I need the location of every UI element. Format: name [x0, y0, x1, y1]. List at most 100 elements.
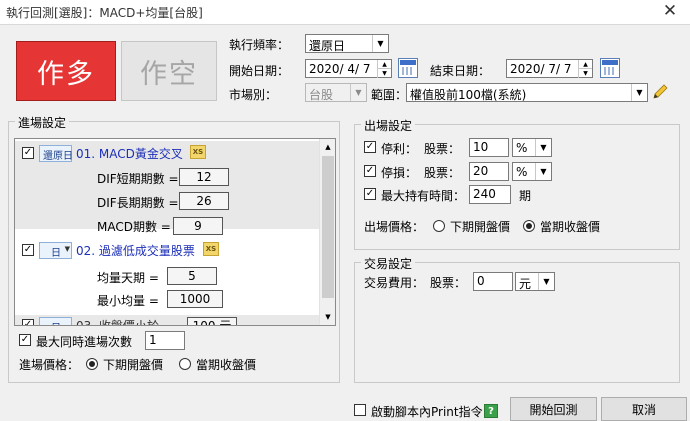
condition-2-checkbox[interactable]: ✓: [22, 244, 34, 256]
stop-loss-unit-select[interactable]: % ▼: [512, 162, 552, 181]
scroll-up-icon[interactable]: ▲: [320, 139, 335, 155]
chevron-down-icon: ▼: [631, 84, 647, 101]
end-date-picker[interactable]: 2020/ 7/ 7 ▲ ▼: [506, 59, 593, 78]
condition-3-title[interactable]: 03. 收盤價小於: [76, 317, 159, 325]
entry-condition-list[interactable]: ✓ 還原日 01. MACD黃金交叉 XS DIF短期期數 = 12 DIF長期…: [14, 138, 336, 326]
entry-settings-title: 進場設定: [15, 114, 70, 131]
max-hold-unit: 期: [519, 189, 532, 203]
max-entries-label: 最大同時進場次數: [36, 335, 133, 349]
param-input[interactable]: 5: [167, 267, 217, 285]
exit-price-option-label[interactable]: 當期收盤價: [540, 218, 600, 235]
exit-price-option-label[interactable]: 下期開盤價: [450, 218, 510, 235]
condition-1-title[interactable]: 01. MACD黃金交叉: [76, 145, 183, 162]
fee-input[interactable]: 0: [473, 272, 513, 291]
chevron-down-icon: ▼: [535, 139, 551, 156]
title-bar: 執行回測[選股]：MACD+均量[台股] ✕: [0, 0, 690, 24]
take-profit-unit-select[interactable]: % ▼: [512, 138, 552, 157]
end-date-value: 2020/ 7/ 7: [510, 62, 572, 76]
exit-price-current-close-radio[interactable]: [523, 220, 535, 232]
edit-pencil-icon[interactable]: [651, 83, 669, 101]
condition-1-frequency[interactable]: 還原日: [39, 145, 73, 162]
param-input[interactable]: 100 元: [187, 317, 237, 325]
condition-3-frequency[interactable]: 日: [39, 317, 72, 325]
start-backtest-button[interactable]: 開始回測: [510, 397, 597, 421]
window-title: 執行回測[選股]：MACD+均量[台股]: [6, 6, 203, 20]
frequency-label: 執行頻率：: [229, 38, 290, 52]
help-icon[interactable]: ?: [484, 404, 498, 418]
scroll-thumb[interactable]: [322, 156, 334, 298]
scroll-down-icon[interactable]: ▼: [320, 309, 335, 325]
frequency-select[interactable]: 還原日 ▼: [305, 34, 389, 53]
end-calendar-icon[interactable]: [600, 58, 620, 78]
exit-settings-title: 出場設定: [361, 117, 416, 134]
xs-script-icon[interactable]: XS: [190, 145, 206, 159]
entry-price-label: 進場價格：: [19, 358, 80, 372]
take-profit-target: 股票：: [424, 142, 461, 156]
trade-settings-title: 交易設定: [361, 255, 416, 272]
entry-price-option-label[interactable]: 當期收盤價: [196, 356, 256, 373]
stop-loss-checkbox[interactable]: ✓: [364, 165, 376, 177]
param-label: DIF短期期數 =: [97, 172, 179, 186]
max-hold-input[interactable]: 240: [469, 185, 511, 204]
stop-loss-target: 股票：: [424, 166, 461, 180]
param-input[interactable]: 26: [179, 192, 229, 210]
condition-2-frequency[interactable]: 日 ▼: [39, 242, 72, 259]
max-hold-checkbox[interactable]: ✓: [364, 188, 376, 200]
spin-down-icon[interactable]: ▼: [377, 69, 391, 78]
param-input[interactable]: 12: [179, 168, 229, 186]
spin-up-icon[interactable]: ▲: [377, 60, 391, 69]
param-input[interactable]: 1000: [167, 290, 223, 308]
stop-loss-label: 停損：: [381, 166, 418, 180]
stop-loss-input[interactable]: 20: [469, 162, 509, 181]
list-scrollbar[interactable]: ▲ ▼: [319, 139, 335, 325]
chevron-down-icon: ▼: [64, 245, 70, 253]
take-profit-label: 停利：: [381, 142, 418, 156]
market-select[interactable]: 台股 ▼: [305, 83, 367, 102]
max-entries-input[interactable]: 1: [145, 331, 185, 350]
chevron-down-icon: ▼: [538, 273, 554, 290]
chevron-down-icon: ▼: [535, 163, 551, 180]
market-value: 台股: [309, 88, 334, 102]
scope-label: 範圍：: [371, 88, 408, 102]
cancel-button[interactable]: 取消: [601, 397, 687, 421]
exit-price-next-open-radio[interactable]: [433, 220, 445, 232]
chevron-down-icon: ▼: [350, 84, 366, 101]
fee-target: 股票：: [430, 276, 467, 290]
param-input[interactable]: 9: [173, 217, 223, 235]
close-icon[interactable]: ✕: [660, 1, 680, 21]
exit-price-label: 出場價格：: [364, 220, 425, 234]
param-label: 均量天期 =: [97, 271, 159, 285]
print-command-label: 啟動腳本內Print指令: [371, 405, 483, 419]
condition-3-checkbox[interactable]: ✓: [22, 319, 34, 325]
param-label: MACD期數 =: [97, 220, 171, 234]
condition-1-checkbox[interactable]: ✓: [22, 147, 34, 159]
take-profit-checkbox[interactable]: ✓: [364, 141, 376, 153]
max-entries-checkbox[interactable]: ✓: [19, 334, 31, 346]
param-label: 最小均量 =: [97, 294, 159, 308]
start-calendar-icon[interactable]: [398, 58, 418, 78]
entry-price-next-open-radio[interactable]: [86, 358, 98, 370]
fee-label: 交易費用：: [364, 276, 425, 290]
frequency-value: 還原日: [309, 39, 346, 53]
long-button[interactable]: 作多: [16, 41, 116, 101]
xs-script-icon[interactable]: XS: [203, 242, 219, 256]
end-date-label: 結束日期：: [430, 64, 491, 78]
start-date-label: 開始日期：: [229, 64, 290, 78]
start-date-picker[interactable]: 2020/ 4/ 7 ▲ ▼: [305, 59, 392, 78]
param-label: DIF長期期數 =: [97, 196, 179, 210]
spin-up-icon[interactable]: ▲: [578, 60, 592, 69]
short-button[interactable]: 作空: [121, 41, 217, 101]
market-label: 市場別：: [229, 88, 278, 102]
entry-price-option-label[interactable]: 下期開盤價: [103, 356, 163, 373]
fee-unit-select[interactable]: 元 ▼: [515, 272, 555, 291]
take-profit-input[interactable]: 10: [469, 138, 509, 157]
chevron-down-icon: ▼: [372, 35, 388, 52]
scope-select[interactable]: 權值股前100檔(系統) ▼: [406, 83, 648, 102]
max-hold-label: 最大持有時間：: [381, 189, 466, 203]
spin-down-icon[interactable]: ▼: [578, 69, 592, 78]
start-date-value: 2020/ 4/ 7: [309, 62, 371, 76]
print-command-checkbox[interactable]: [354, 404, 366, 416]
condition-2-title[interactable]: 02. 過濾低成交量股票: [76, 242, 195, 259]
scope-value: 權值股前100檔(系統): [410, 88, 527, 102]
entry-price-current-close-radio[interactable]: [179, 358, 191, 370]
